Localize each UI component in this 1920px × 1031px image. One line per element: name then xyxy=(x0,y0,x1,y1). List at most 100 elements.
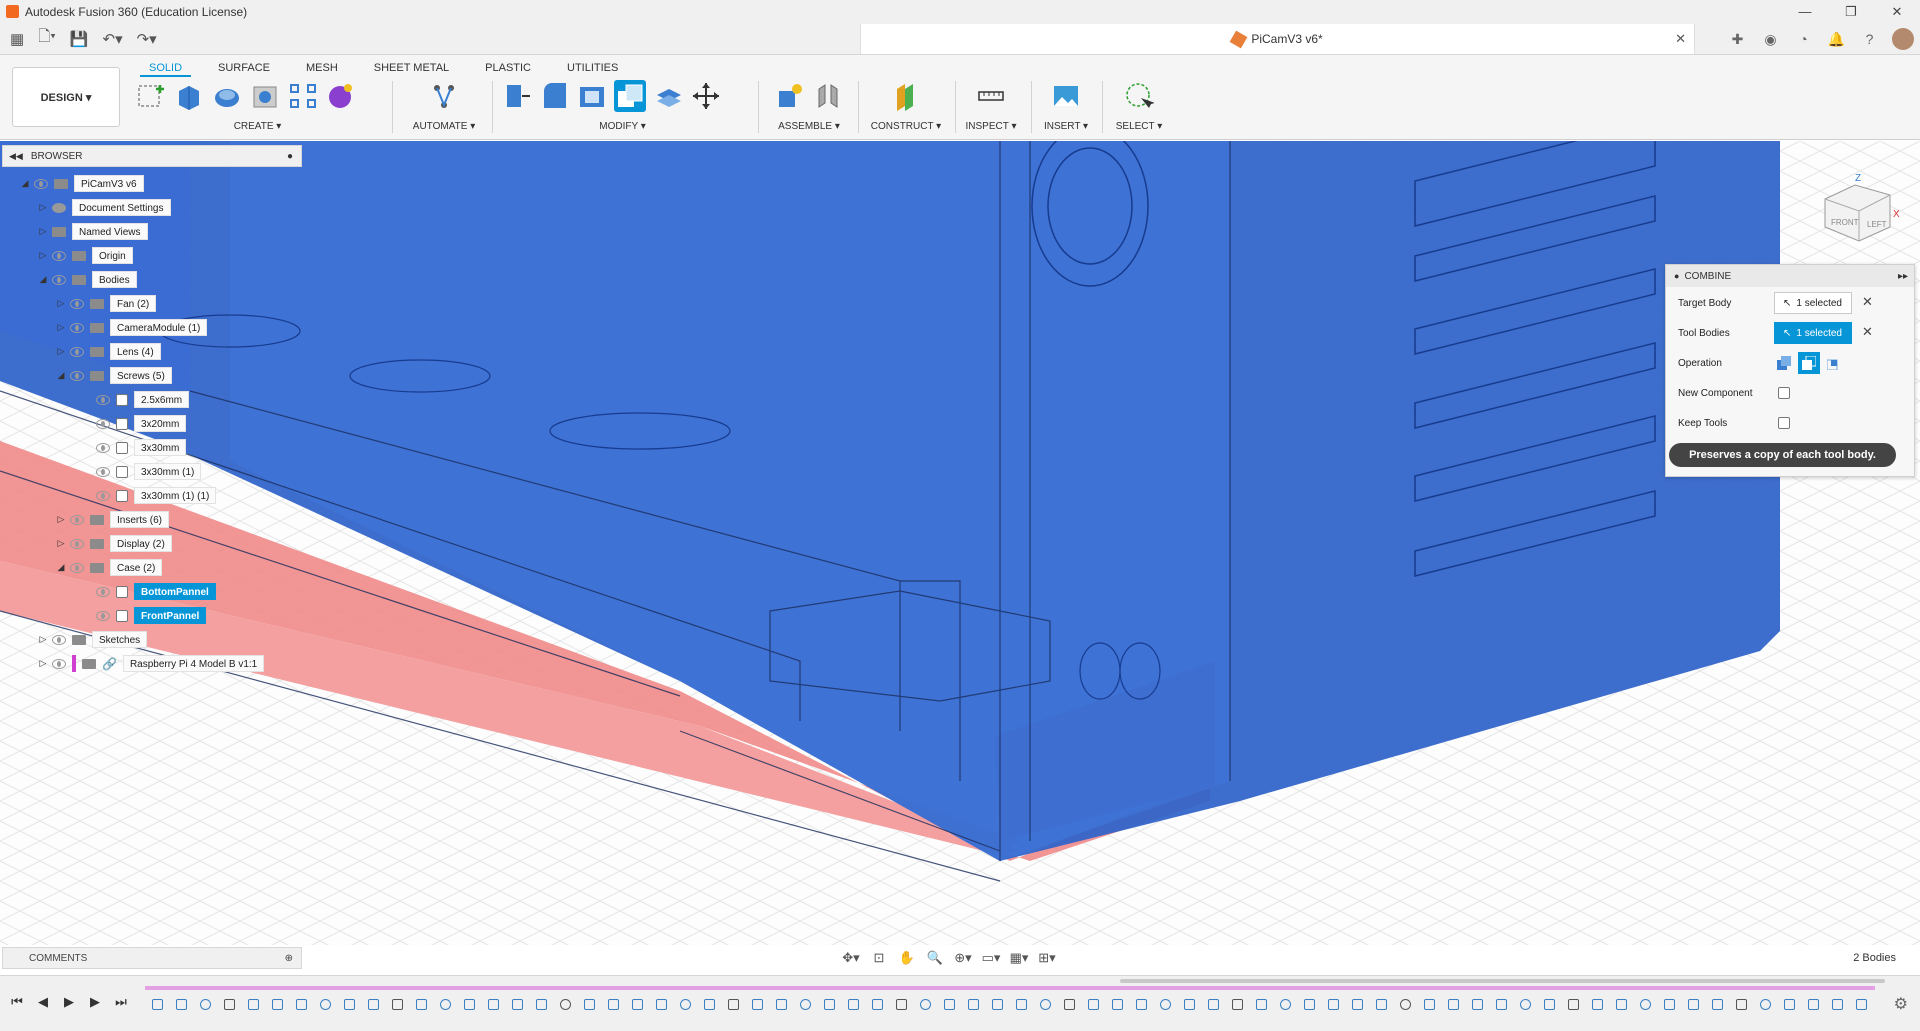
target-body-select[interactable]: ↖ 1 selected xyxy=(1774,292,1852,314)
hole-icon[interactable] xyxy=(249,80,281,112)
file-menu-icon[interactable]: 🗋▾ xyxy=(34,27,60,51)
timeline-feature-icon[interactable] xyxy=(1369,994,1393,1014)
tree-item-front-pannel[interactable]: FrontPannel xyxy=(96,607,207,624)
3d-canvas[interactable]: FRONT LEFT Z X xyxy=(0,141,1920,945)
timeline-feature-icon[interactable] xyxy=(1801,994,1825,1014)
collapse-icon[interactable]: ◢ xyxy=(20,178,30,189)
select-menu[interactable]: SELECT ▾ xyxy=(1106,121,1172,132)
timeline-feature-icon[interactable] xyxy=(577,994,601,1014)
tree-item-raspberry-pi[interactable]: ▷ 🔗 Raspberry Pi 4 Model B v1:1 xyxy=(38,655,265,672)
expand-icon[interactable]: ▷ xyxy=(56,346,66,357)
timeline-feature-icon[interactable] xyxy=(1753,994,1777,1014)
tree-item-origin[interactable]: ▷ Origin xyxy=(38,247,133,264)
close-window-button[interactable]: ✕ xyxy=(1874,0,1920,23)
timeline-feature-icon[interactable] xyxy=(1633,994,1657,1014)
save-icon[interactable]: 💾 xyxy=(66,27,93,51)
add-comment-icon[interactable]: ⊕ xyxy=(285,953,293,964)
timeline-feature-icon[interactable] xyxy=(553,994,577,1014)
step-back-icon[interactable]: ◀ xyxy=(34,993,52,1011)
visibility-icon[interactable] xyxy=(70,514,84,525)
create-sketch-icon[interactable] xyxy=(135,80,167,112)
timeline-feature-icon[interactable] xyxy=(1321,994,1345,1014)
timeline-feature-icon[interactable] xyxy=(1585,994,1609,1014)
timeline-feature-icon[interactable] xyxy=(433,994,457,1014)
timeline-scrollbar[interactable] xyxy=(1120,979,1885,983)
timeline-feature-icon[interactable] xyxy=(865,994,889,1014)
timeline-feature-icon[interactable] xyxy=(409,994,433,1014)
timeline-feature-icon[interactable] xyxy=(481,994,505,1014)
tab-sheet-metal[interactable]: SHEET METAL xyxy=(365,59,458,77)
move-icon[interactable] xyxy=(690,80,722,112)
zoom-icon[interactable]: 🔍 xyxy=(924,948,946,968)
select-icon[interactable] xyxy=(1123,80,1155,112)
visibility-icon[interactable] xyxy=(70,322,84,333)
view-cube[interactable]: FRONT LEFT Z X xyxy=(1815,169,1905,249)
notifications-icon[interactable]: 🔔 xyxy=(1820,23,1853,55)
tool-bodies-select[interactable]: ↖ 1 selected xyxy=(1774,322,1852,344)
tree-item-root[interactable]: ◢ PiCamV3 v6 xyxy=(20,175,144,192)
tab-utilities[interactable]: UTILITIES xyxy=(558,59,627,77)
expand-icon[interactable]: ▷ xyxy=(56,538,66,549)
visibility-icon[interactable] xyxy=(96,394,110,405)
fillet-icon[interactable] xyxy=(538,80,570,112)
job-status-icon[interactable]: ◔ xyxy=(1787,23,1820,55)
visibility-icon[interactable] xyxy=(52,274,66,285)
timeline-feature-icon[interactable] xyxy=(361,994,385,1014)
timeline-feature-icon[interactable] xyxy=(1513,994,1537,1014)
timeline-feature-icon[interactable] xyxy=(1201,994,1225,1014)
look-at-icon[interactable]: ⊡ xyxy=(868,948,890,968)
timeline-feature-icon[interactable] xyxy=(913,994,937,1014)
apps-grid-icon[interactable]: ▦ xyxy=(6,27,28,51)
expand-icon[interactable]: ▷ xyxy=(56,514,66,525)
joint-icon[interactable] xyxy=(812,80,844,112)
extensions-icon[interactable]: ◉ xyxy=(1754,23,1787,55)
timeline-feature-icon[interactable] xyxy=(1489,994,1513,1014)
new-component-icon[interactable] xyxy=(774,80,806,112)
collapse-icon[interactable]: ◢ xyxy=(56,562,66,573)
visibility-icon[interactable] xyxy=(96,610,110,621)
timeline-feature-icon[interactable] xyxy=(1273,994,1297,1014)
expand-icon[interactable]: ▷ xyxy=(38,226,48,237)
tree-item-screws[interactable]: ◢ Screws (5) xyxy=(56,367,172,384)
tab-surface[interactable]: SURFACE xyxy=(209,59,279,77)
tree-item-inserts[interactable]: ▷ Inserts (6) xyxy=(56,511,170,528)
browser-panel-header[interactable]: ◀◀ BROWSER ● xyxy=(2,145,302,167)
restore-button[interactable]: ❐ xyxy=(1828,0,1874,23)
visibility-icon[interactable] xyxy=(34,178,48,189)
timeline-feature-icon[interactable] xyxy=(529,994,553,1014)
timeline-feature-icon[interactable] xyxy=(673,994,697,1014)
timeline-feature-icon[interactable] xyxy=(1009,994,1033,1014)
fit-icon[interactable]: ⊕▾ xyxy=(952,948,974,968)
visibility-icon[interactable] xyxy=(52,658,66,669)
visibility-icon[interactable] xyxy=(96,442,110,453)
viewports-icon[interactable]: ⊞▾ xyxy=(1036,948,1058,968)
tree-item-body[interactable]: 2.5x6mm xyxy=(96,391,190,408)
timeline-feature-icon[interactable] xyxy=(1705,994,1729,1014)
redo-icon[interactable]: ↷▾ xyxy=(133,27,161,51)
timeline-feature-icon[interactable] xyxy=(697,994,721,1014)
visibility-icon[interactable] xyxy=(70,370,84,381)
tab-plastic[interactable]: PLASTIC xyxy=(476,59,540,77)
inspect-menu[interactable]: INSPECT ▾ xyxy=(958,121,1024,132)
tree-item-case[interactable]: ◢ Case (2) xyxy=(56,559,163,576)
comments-panel[interactable]: COMMENTS ⊕ xyxy=(2,947,302,969)
timeline-feature-icon[interactable] xyxy=(721,994,745,1014)
timeline-feature-icon[interactable] xyxy=(889,994,913,1014)
expand-icon[interactable]: ▷ xyxy=(38,634,48,645)
timeline-feature-icon[interactable] xyxy=(1345,994,1369,1014)
combine-dialog-header[interactable]: ● COMBINE ▸▸ xyxy=(1666,265,1914,287)
pan-icon[interactable]: ✋ xyxy=(896,948,918,968)
timeline-feature-icon[interactable] xyxy=(385,994,409,1014)
revolve-icon[interactable] xyxy=(211,80,243,112)
insert-menu[interactable]: INSERT ▾ xyxy=(1035,121,1097,132)
clear-tool-bodies-icon[interactable]: ✕ xyxy=(1862,324,1873,340)
visibility-icon[interactable] xyxy=(96,586,110,597)
expand-dialog-icon[interactable]: ▸▸ xyxy=(1898,271,1908,282)
timeline-feature-icon[interactable] xyxy=(1465,994,1489,1014)
combine-icon[interactable] xyxy=(614,80,646,112)
timeline-settings-icon[interactable]: ⚙ xyxy=(1894,994,1908,1014)
expand-icon[interactable]: ▷ xyxy=(56,322,66,333)
visibility-icon[interactable] xyxy=(96,466,110,477)
display-settings-icon[interactable]: ▭▾ xyxy=(980,948,1002,968)
new-component-checkbox[interactable] xyxy=(1778,387,1790,399)
